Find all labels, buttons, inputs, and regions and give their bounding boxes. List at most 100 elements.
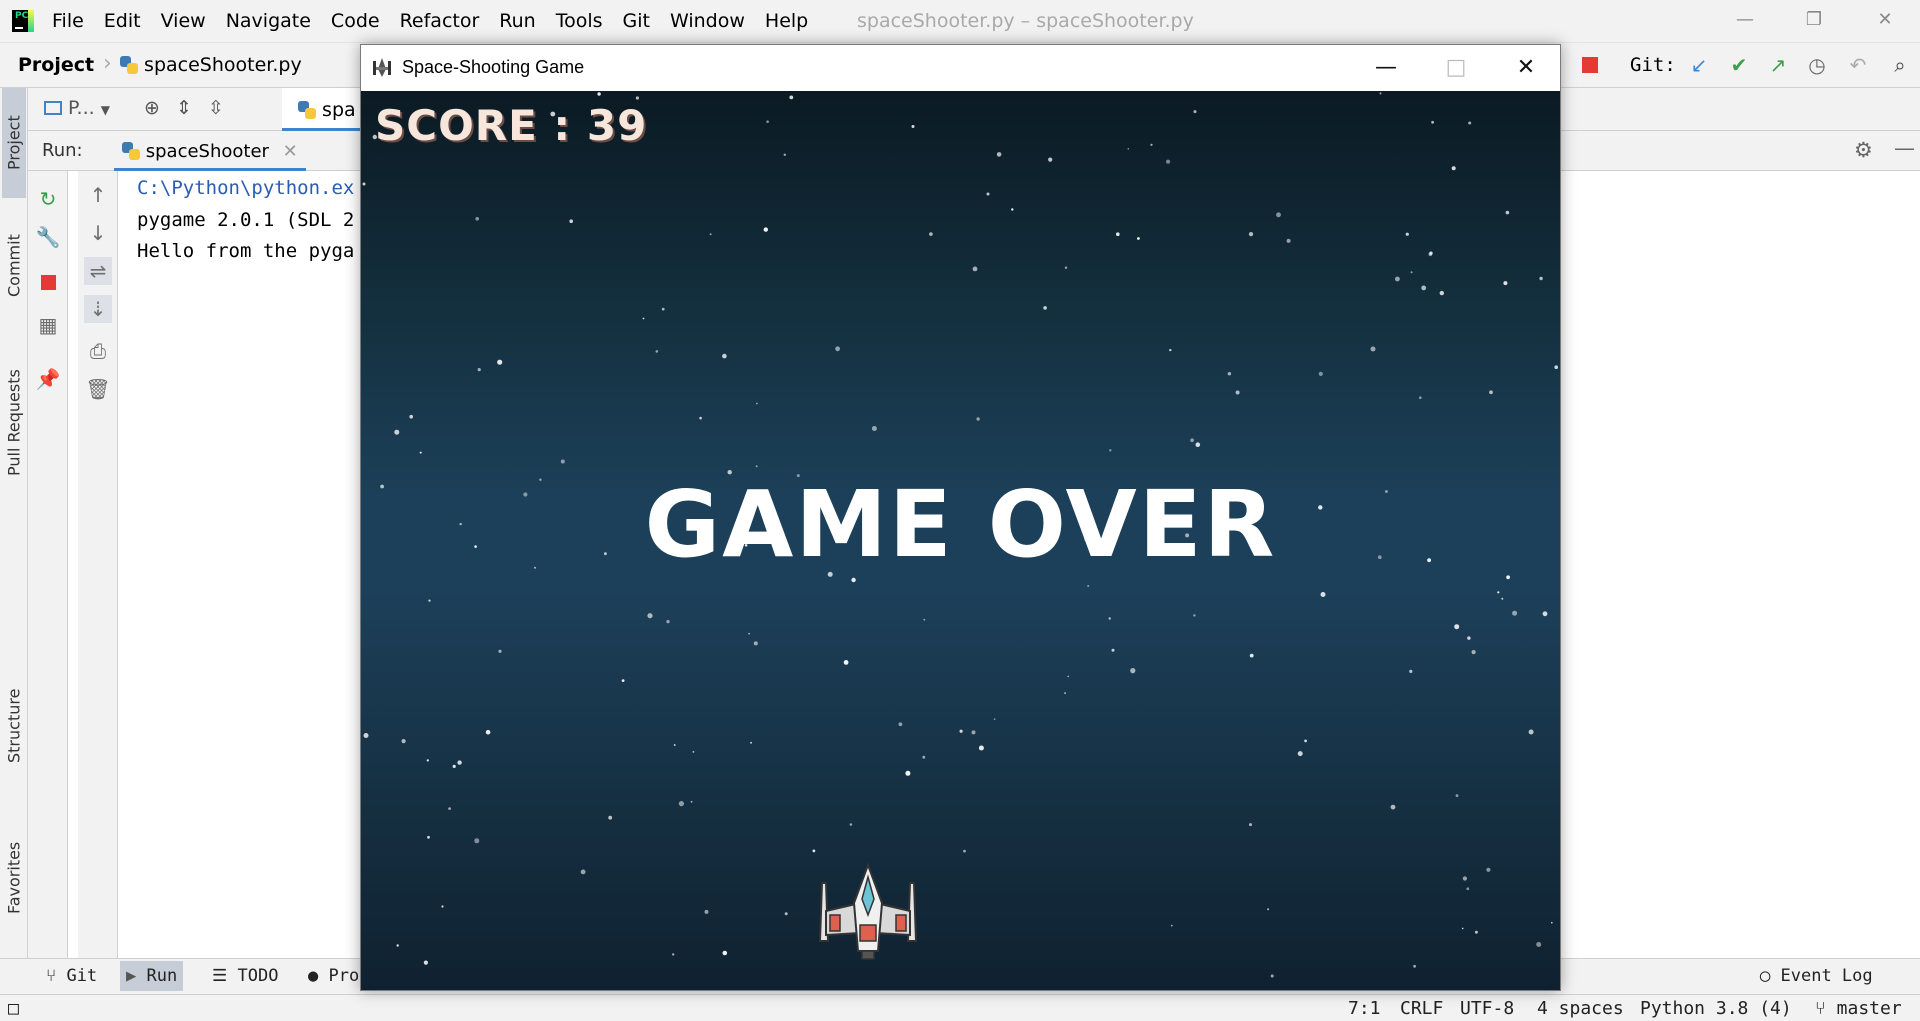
print-icon[interactable]: ⎙ bbox=[84, 337, 112, 365]
menu-bar: PC File Edit View Navigate Code Refactor… bbox=[0, 0, 1920, 42]
locate-icon[interactable]: ⊕ bbox=[144, 97, 160, 119]
minimize-icon[interactable]: — bbox=[1733, 8, 1757, 32]
breadcrumb-file[interactable]: spaceShooter.py bbox=[120, 54, 302, 76]
hide-panel-icon[interactable]: — bbox=[1894, 136, 1915, 160]
restore-icon[interactable]: ❐ bbox=[1802, 8, 1826, 32]
git-commit-icon[interactable]: ✔ bbox=[1726, 52, 1752, 78]
close-tab-icon[interactable]: ✕ bbox=[283, 141, 298, 162]
arrow-down-icon[interactable]: ↓ bbox=[84, 219, 112, 247]
menu-code[interactable]: Code bbox=[331, 10, 380, 32]
star bbox=[1486, 867, 1491, 872]
star bbox=[655, 350, 659, 353]
run-tab-label: spaceShooter bbox=[145, 141, 269, 162]
git-push-icon[interactable]: ↗ bbox=[1765, 52, 1791, 78]
menu-navigate[interactable]: Navigate bbox=[226, 10, 311, 32]
star bbox=[1193, 110, 1197, 114]
status-interpreter[interactable]: Python 3.8 (4) bbox=[1640, 998, 1792, 1019]
tool-problems[interactable]: ● Pro bbox=[308, 966, 359, 986]
layout-icon[interactable]: ▦ bbox=[34, 311, 62, 339]
tool-tab-pull-requests[interactable]: Pull Requests bbox=[2, 338, 26, 508]
expand-all-icon[interactable]: ⇕ bbox=[176, 97, 192, 119]
star bbox=[755, 465, 758, 468]
stop-button[interactable] bbox=[1577, 52, 1603, 78]
close-icon[interactable]: ✕ bbox=[1503, 53, 1549, 83]
player-spaceship-icon bbox=[818, 863, 918, 960]
star bbox=[835, 346, 840, 352]
star bbox=[426, 759, 429, 762]
menu-refactor[interactable]: Refactor bbox=[400, 10, 480, 32]
star bbox=[423, 960, 428, 965]
star bbox=[1501, 597, 1504, 600]
tool-tab-favorites-label: Favorites bbox=[4, 841, 24, 915]
star bbox=[851, 577, 856, 583]
star bbox=[871, 426, 877, 431]
tool-event-log[interactable]: ◯ Event Log bbox=[1760, 966, 1873, 986]
game-window[interactable]: Space-Shooting Game — □ ✕ SCORE : 39 GAM… bbox=[360, 44, 1561, 991]
star bbox=[363, 733, 369, 738]
menu-tools[interactable]: Tools bbox=[556, 10, 603, 32]
star bbox=[1462, 876, 1467, 881]
git-update-icon[interactable]: ↙ bbox=[1686, 52, 1712, 78]
star bbox=[784, 912, 788, 916]
game-canvas[interactable]: SCORE : 39 GAME OVER bbox=[361, 91, 1560, 990]
scroll-to-end-icon[interactable]: ⇣ bbox=[84, 295, 112, 323]
run-tab-spaceshooter[interactable]: spaceShooter ✕ bbox=[114, 135, 306, 171]
menu-window[interactable]: Window bbox=[670, 10, 745, 32]
star bbox=[678, 801, 684, 807]
stop-icon[interactable] bbox=[34, 269, 62, 297]
star bbox=[560, 459, 565, 464]
status-cursor-position[interactable]: 7:1 bbox=[1348, 998, 1381, 1019]
gear-icon[interactable]: ⚙ bbox=[1854, 138, 1873, 162]
soft-wrap-icon[interactable]: ⇌ bbox=[84, 257, 112, 285]
star bbox=[1554, 365, 1558, 370]
star bbox=[1267, 908, 1270, 911]
status-branch-label: master bbox=[1836, 998, 1902, 1019]
left-tool-strip: Project Commit Pull Requests Structure F… bbox=[0, 88, 28, 958]
star bbox=[635, 96, 639, 100]
collapse-all-icon[interactable]: ⇳ bbox=[208, 97, 224, 119]
star bbox=[1248, 232, 1254, 237]
breadcrumb-project[interactable]: Project bbox=[18, 54, 94, 76]
menu-git[interactable]: Git bbox=[623, 10, 650, 32]
status-line-separator[interactable]: CRLF bbox=[1400, 998, 1443, 1019]
tool-git[interactable]: ⑂ Git bbox=[46, 966, 97, 986]
rollback-icon[interactable]: ↶ bbox=[1845, 52, 1871, 78]
tool-tab-project[interactable]: Project bbox=[2, 88, 26, 198]
toggle-tool-windows-icon[interactable]: □ bbox=[8, 998, 19, 1019]
menu-run[interactable]: Run bbox=[499, 10, 535, 32]
status-indent[interactable]: 4 spaces bbox=[1537, 998, 1624, 1019]
menu-view[interactable]: View bbox=[161, 10, 206, 32]
star bbox=[692, 751, 695, 753]
run-output-gutter: ↑ ↓ ⇌ ⇣ ⎙ 🗑 bbox=[78, 171, 118, 958]
star bbox=[1320, 592, 1326, 597]
star bbox=[972, 266, 978, 272]
tool-tab-commit[interactable]: Commit bbox=[2, 216, 26, 316]
wrench-icon[interactable]: 🔧 bbox=[34, 223, 62, 251]
rerun-icon[interactable]: ↻ bbox=[34, 185, 62, 213]
close-icon[interactable]: ✕ bbox=[1873, 8, 1897, 32]
trash-icon[interactable]: 🗑 bbox=[84, 375, 112, 403]
history-icon[interactable]: ◷ bbox=[1804, 52, 1830, 78]
status-branch[interactable]: ⑂ master bbox=[1815, 998, 1902, 1019]
game-window-titlebar[interactable]: Space-Shooting Game — □ ✕ bbox=[361, 45, 1560, 91]
console-line[interactable]: C:\Python\python.ex bbox=[137, 177, 354, 199]
menu-edit[interactable]: Edit bbox=[104, 10, 141, 32]
menu-help[interactable]: Help bbox=[765, 10, 808, 32]
minimize-icon[interactable]: — bbox=[1363, 53, 1409, 83]
star bbox=[1505, 210, 1510, 215]
project-view-selector[interactable]: P... ▼ bbox=[44, 97, 110, 119]
status-encoding[interactable]: UTF-8 bbox=[1460, 998, 1514, 1019]
tool-todo[interactable]: ☰ TODO bbox=[212, 966, 278, 986]
star bbox=[753, 641, 758, 646]
tool-tab-structure[interactable]: Structure bbox=[2, 668, 26, 783]
search-icon[interactable]: ⌕ bbox=[1887, 52, 1913, 78]
tool-tab-favorites[interactable]: Favorites bbox=[2, 818, 26, 938]
pin-icon[interactable]: 📌 bbox=[34, 365, 62, 393]
star bbox=[959, 729, 963, 733]
tool-run[interactable]: ▶ Run bbox=[120, 961, 184, 991]
star bbox=[477, 368, 481, 372]
star bbox=[1395, 276, 1400, 282]
arrow-up-icon[interactable]: ↑ bbox=[84, 181, 112, 209]
star bbox=[1067, 675, 1069, 678]
menu-file[interactable]: File bbox=[52, 10, 84, 32]
